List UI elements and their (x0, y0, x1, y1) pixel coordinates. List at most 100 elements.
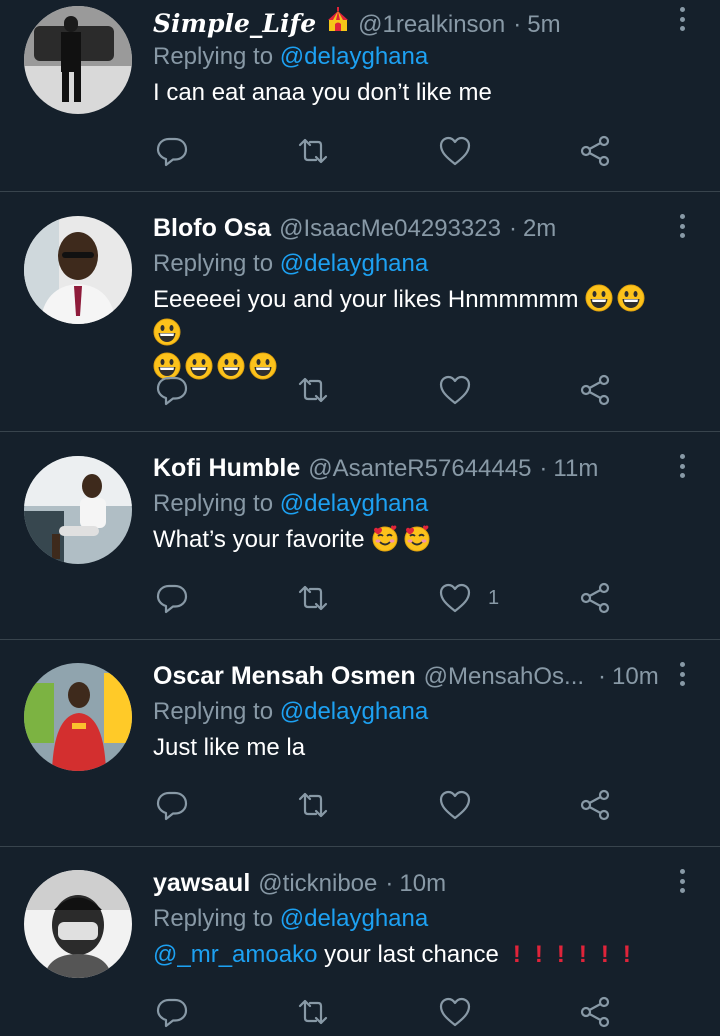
display-name[interactable]: Blofo Osa (153, 213, 271, 243)
replying-to-label: Replying to (153, 250, 274, 277)
display-name[interactable]: Oscar Mensah Osmen (153, 661, 416, 691)
user-handle[interactable]: @1realkinson (358, 10, 505, 40)
replying-to: Replying to @delayghana (153, 40, 664, 74)
like-button[interactable] (438, 992, 488, 1032)
tweet-actions (153, 785, 633, 825)
avatar[interactable] (24, 663, 132, 771)
separator-dot: · (508, 215, 517, 242)
timestamp[interactable]: 5m (527, 10, 560, 40)
heart-icon (438, 788, 472, 822)
replying-to-link[interactable]: @delayghana (280, 698, 428, 725)
timestamp[interactable]: 10m (612, 662, 659, 692)
avatar[interactable] (24, 216, 132, 324)
tweet[interactable]: yawsaul @ticknibоe · 10m Replying to @de… (0, 847, 720, 1036)
user-handle[interactable]: @MensahOs... (424, 662, 584, 692)
separator-dot: · (598, 663, 607, 690)
tweet-header: Kofi Humble @AsanteR57644445 · 11m (153, 453, 664, 483)
share-icon (578, 373, 612, 407)
avatar[interactable] (24, 870, 132, 978)
more-vertical-icon[interactable] (672, 660, 692, 688)
reply-button[interactable] (155, 131, 189, 171)
display-name[interactable]: yawsaul (153, 868, 250, 898)
grinning-face-icon (617, 284, 645, 312)
tweet[interactable]: Simple_Life @1realkinson · 5m Replying t… (0, 0, 720, 192)
user-handle[interactable]: @ticknibоe (258, 869, 377, 899)
replying-to-link[interactable]: @delayghana (280, 250, 428, 277)
reply-icon (155, 995, 189, 1029)
heart-icon (438, 373, 472, 407)
exclamation-icon: ! (600, 941, 609, 968)
avatar[interactable] (24, 6, 132, 114)
tweet-header: Blofo Osa @IsaacMe04293323 · 2m (153, 213, 664, 243)
retweet-icon (296, 995, 330, 1029)
timestamp[interactable]: 10m (399, 869, 446, 899)
tweet[interactable]: Oscar Mensah Osmen @MensahOs... · 10m Re… (0, 640, 720, 847)
reply-button[interactable] (155, 370, 189, 410)
replying-to: Replying to @delayghana (153, 487, 664, 521)
more-vertical-icon[interactable] (672, 867, 692, 895)
retweet-icon (296, 581, 330, 615)
reply-button[interactable] (155, 578, 189, 618)
share-button[interactable] (578, 785, 612, 825)
display-name[interactable]: Kofi Humble (153, 453, 300, 483)
share-button[interactable] (578, 992, 612, 1032)
tweet-text-content: What’s your favorite (153, 526, 365, 553)
tweet-actions: 1 (153, 578, 633, 618)
heart-icon (438, 581, 472, 615)
user-handle[interactable]: @AsanteR57644445 (308, 454, 531, 484)
like-button[interactable] (438, 131, 488, 171)
replying-to: Replying to @delayghana (153, 695, 664, 729)
exclamation-icon: ! (512, 941, 521, 968)
reply-button[interactable] (155, 785, 189, 825)
share-button[interactable] (578, 131, 612, 171)
user-handle[interactable]: @IsaacMe04293323 (279, 214, 501, 244)
tweet-actions (153, 370, 633, 410)
more-vertical-icon[interactable] (672, 452, 692, 480)
display-name[interactable]: Simple_Life (153, 9, 316, 39)
tweet[interactable]: Blofo Osa @IsaacMe04293323 · 2m Replying… (0, 192, 720, 432)
tweet-text: @_mr_amoako your last chance!!!!!! (153, 938, 664, 972)
reply-icon (155, 788, 189, 822)
separator-dot: · (539, 455, 548, 482)
tweet-actions (153, 992, 633, 1032)
tweet[interactable]: Kofi Humble @AsanteR57644445 · 11m Reply… (0, 432, 720, 640)
tweet-header: yawsaul @ticknibоe · 10m (153, 868, 664, 898)
grinning-face-icon (153, 318, 181, 346)
tweet-header: Simple_Life @1realkinson · 5m (153, 6, 664, 39)
like-button[interactable]: 1 (438, 578, 499, 618)
tweet-text: What’s your favorite (153, 523, 664, 557)
timestamp[interactable]: 11m (553, 454, 598, 484)
replying-to-link[interactable]: @delayghana (280, 905, 428, 932)
retweet-icon (296, 373, 330, 407)
grinning-face-icon (585, 284, 613, 312)
replying-to-label: Replying to (153, 905, 274, 932)
smiling-face-with-hearts-icon (371, 524, 399, 552)
replying-to-link[interactable]: @delayghana (280, 490, 428, 517)
like-button[interactable] (438, 785, 488, 825)
share-icon (578, 995, 612, 1029)
like-button[interactable] (438, 370, 488, 410)
share-icon (578, 788, 612, 822)
share-icon (578, 134, 612, 168)
more-vertical-icon[interactable] (672, 5, 692, 33)
reply-button[interactable] (155, 992, 189, 1032)
exclamation-icon: ! (622, 941, 631, 968)
retweet-button[interactable] (296, 370, 330, 410)
retweet-icon (296, 788, 330, 822)
smiling-face-with-hearts-icon (403, 524, 431, 552)
timestamp[interactable]: 2m (523, 214, 556, 244)
retweet-button[interactable] (296, 578, 330, 618)
replying-to-link[interactable]: @delayghana (280, 43, 428, 70)
retweet-button[interactable] (296, 785, 330, 825)
retweet-button[interactable] (296, 131, 330, 171)
tweet-text: Just like me la (153, 734, 306, 761)
avatar[interactable] (24, 456, 132, 564)
more-vertical-icon[interactable] (672, 212, 692, 240)
mention-link[interactable]: @_mr_amoako (153, 941, 317, 968)
share-icon (578, 581, 612, 615)
reply-icon (155, 134, 189, 168)
replying-to: Replying to @delayghana (153, 902, 664, 936)
share-button[interactable] (578, 370, 612, 410)
share-button[interactable] (578, 578, 612, 618)
retweet-button[interactable] (296, 992, 330, 1032)
